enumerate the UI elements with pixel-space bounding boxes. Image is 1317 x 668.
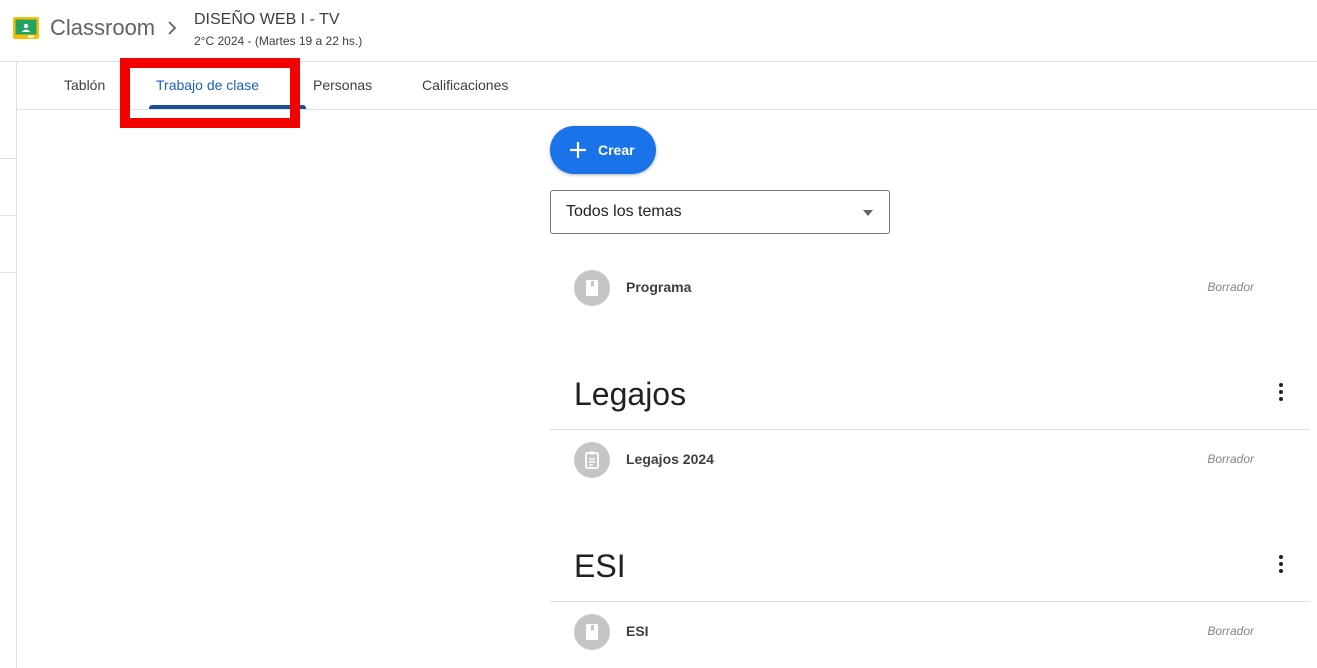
- dropdown-arrow-icon: [863, 210, 873, 216]
- topic-title[interactable]: ESI: [574, 548, 626, 585]
- rail-divider: [0, 158, 16, 159]
- app-header: Classroom DISEÑO WEB I - TV 2°C 2024 - (…: [0, 0, 1317, 62]
- active-tab-indicator: [149, 105, 306, 109]
- list-item[interactable]: ESI Borrador: [550, 604, 1310, 660]
- plus-icon: [570, 142, 586, 158]
- list-item[interactable]: Legajos 2024 Borrador: [550, 432, 1310, 488]
- topic-title[interactable]: Legajos: [574, 376, 686, 413]
- topic-header-esi: ESI: [550, 542, 1310, 602]
- topic-header-legajos: Legajos: [550, 370, 1310, 430]
- assignment-icon: [574, 442, 610, 478]
- rail-divider: [0, 272, 16, 273]
- tab-calificaciones[interactable]: Calificaciones: [422, 62, 508, 110]
- create-button[interactable]: Crear: [550, 126, 656, 174]
- list-item[interactable]: Programa Borrador: [550, 260, 1310, 316]
- more-vert-icon[interactable]: [1269, 552, 1293, 576]
- create-button-label: Crear: [598, 142, 635, 158]
- classroom-logo-icon[interactable]: [13, 17, 39, 39]
- item-title: Programa: [626, 279, 692, 295]
- material-icon: [574, 614, 610, 650]
- item-status: Borrador: [1207, 624, 1254, 638]
- course-title[interactable]: DISEÑO WEB I - TV: [194, 11, 340, 29]
- chevron-right-icon: [168, 21, 177, 35]
- item-status: Borrador: [1207, 280, 1254, 294]
- tab-personas[interactable]: Personas: [313, 62, 372, 110]
- item-status: Borrador: [1207, 452, 1254, 466]
- course-subtitle: 2°C 2024 - (Martes 19 a 22 hs.): [194, 34, 363, 48]
- rail-divider: [0, 215, 16, 216]
- material-icon: [574, 270, 610, 306]
- more-vert-icon[interactable]: [1269, 380, 1293, 404]
- left-rail: [0, 62, 17, 668]
- class-tabs: Tablón Trabajo de clase Personas Calific…: [17, 62, 1317, 110]
- item-title: Legajos 2024: [626, 451, 714, 467]
- tab-tablon[interactable]: Tablón: [64, 62, 105, 110]
- item-title: ESI: [626, 623, 649, 639]
- topic-filter-value: Todos los temas: [566, 203, 682, 220]
- tab-trabajo-de-clase[interactable]: Trabajo de clase: [156, 62, 259, 110]
- app-name[interactable]: Classroom: [50, 15, 155, 41]
- topic-filter-select[interactable]: Todos los temas: [550, 190, 890, 234]
